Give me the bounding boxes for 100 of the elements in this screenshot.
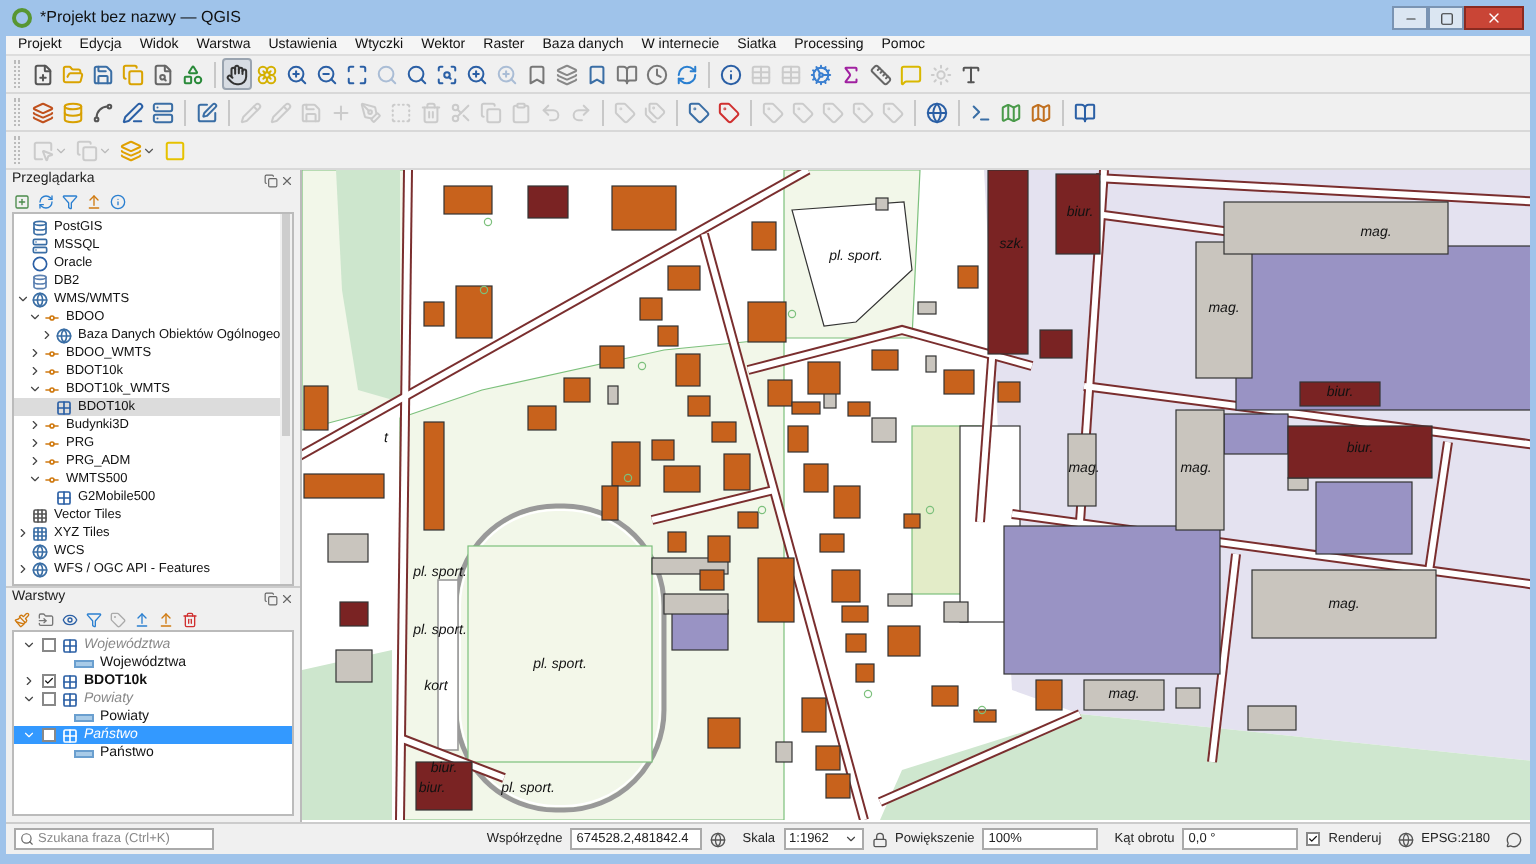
tag-icon — [688, 101, 710, 123]
collapse-all-icon[interactable] — [158, 611, 174, 627]
pen-icon — [122, 101, 144, 123]
refresh-icon — [676, 63, 698, 85]
float-icon[interactable] — [264, 173, 278, 187]
tag-icon — [614, 101, 636, 123]
copy-icon — [122, 63, 144, 85]
scrollbar[interactable] — [280, 214, 292, 584]
maximize-icon — [1439, 11, 1453, 25]
collapse-icon[interactable] — [86, 193, 102, 209]
book-icon — [616, 63, 638, 85]
dashed-square-icon — [390, 101, 412, 123]
bookmark-icon — [586, 63, 608, 85]
new-file-icon — [32, 63, 54, 85]
table-icon — [750, 63, 772, 85]
flower-icon — [256, 63, 278, 85]
messages-icon[interactable] — [1506, 831, 1522, 847]
save-icon — [300, 101, 322, 123]
layer-checkbox[interactable] — [42, 692, 56, 706]
tag-icon — [852, 101, 874, 123]
book-icon — [1074, 101, 1096, 123]
layer-checkbox[interactable] — [42, 728, 56, 742]
filter-icon[interactable] — [62, 193, 78, 209]
caret-icon — [843, 832, 858, 846]
pencil-icon — [240, 101, 262, 123]
close-icon[interactable] — [280, 173, 294, 187]
close-icon — [1486, 10, 1502, 26]
render-checkbox[interactable] — [1306, 832, 1321, 846]
pen-tool-icon — [360, 101, 382, 123]
zoom-in-icon — [466, 63, 488, 85]
globe-icon — [56, 327, 72, 343]
grid-icon — [62, 637, 78, 653]
toolbar-button[interactable] — [222, 58, 252, 90]
hand-icon — [226, 63, 248, 85]
trash-icon — [420, 101, 442, 123]
refresh-icon[interactable] — [38, 193, 54, 209]
close-icon[interactable] — [280, 591, 294, 605]
sigma-icon — [840, 63, 862, 85]
filter-icon[interactable] — [86, 611, 102, 627]
window-title: *Projekt bez nazwy — QGIS — [40, 6, 241, 30]
clock-icon — [646, 63, 668, 85]
eye-icon[interactable] — [62, 611, 78, 627]
grid-icon — [56, 489, 72, 505]
server-icon — [152, 101, 174, 123]
search-icon — [406, 63, 428, 85]
legend-swatch — [74, 749, 94, 757]
map-icon — [1000, 101, 1022, 123]
search-icon — [20, 832, 34, 846]
square-icon — [164, 139, 186, 161]
folder-icon — [62, 63, 84, 85]
lock-icon[interactable] — [871, 831, 888, 847]
terminal-icon — [970, 101, 992, 123]
paintbrush-icon[interactable] — [14, 611, 30, 627]
layer-checkbox[interactable] — [42, 674, 56, 688]
speech-bubble-icon — [900, 63, 922, 85]
layers-icon — [120, 139, 142, 161]
bookmark-icon — [526, 63, 548, 85]
tag-icon — [762, 101, 784, 123]
grid-icon — [56, 399, 72, 415]
layers-icon — [556, 63, 578, 85]
sun-icon — [930, 63, 952, 85]
redo-icon — [570, 101, 592, 123]
database-icon — [62, 101, 84, 123]
clipboard-icon — [510, 101, 532, 123]
connection-icon — [44, 309, 60, 325]
maximize-button[interactable] — [1428, 6, 1464, 30]
app-logo-icon — [12, 8, 32, 28]
globe-icon — [926, 101, 948, 123]
remove-icon[interactable] — [182, 611, 198, 627]
layers-icon — [32, 101, 54, 123]
scan-search-icon — [436, 63, 458, 85]
crs-toggle-icon[interactable] — [710, 831, 727, 847]
expand-all-icon[interactable] — [134, 611, 150, 627]
spline-icon — [92, 101, 114, 123]
undo-icon — [540, 101, 562, 123]
ellipse-icon — [32, 255, 48, 271]
add-icon[interactable] — [14, 193, 30, 209]
tag-icon[interactable] — [110, 611, 126, 627]
zoom-in-icon — [496, 63, 518, 85]
globe-icon — [32, 291, 48, 307]
zoom-out-icon — [316, 63, 338, 85]
caret-icon — [98, 143, 112, 157]
tag-icon — [792, 101, 814, 123]
globe-icon[interactable] — [1397, 831, 1414, 847]
ruler-icon — [870, 63, 892, 85]
close-button[interactable] — [1464, 6, 1524, 30]
save-icon — [92, 63, 114, 85]
search-icon — [376, 63, 398, 85]
scissors-icon — [450, 101, 472, 123]
tag-icon — [882, 101, 904, 123]
tags-icon — [644, 101, 666, 123]
zoom-in-icon — [286, 63, 308, 85]
minimize-button[interactable] — [1392, 6, 1428, 30]
group-icon[interactable] — [38, 611, 54, 627]
float-icon[interactable] — [264, 591, 278, 605]
map-drawing[interactable] — [302, 170, 1530, 820]
info-icon[interactable] — [110, 193, 126, 209]
layer-checkbox[interactable] — [42, 638, 56, 652]
database-icon — [32, 219, 48, 235]
gear-icon — [810, 63, 832, 85]
